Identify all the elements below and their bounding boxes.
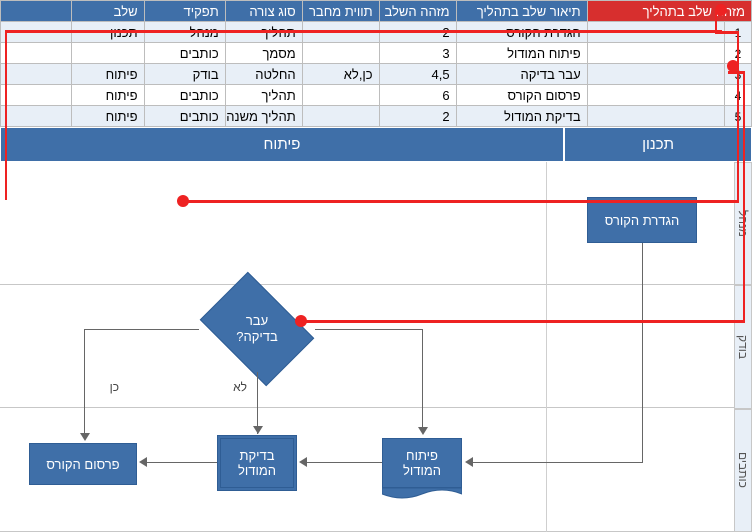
cell-conn: כן,לא <box>302 64 379 85</box>
cell-conn <box>302 85 379 106</box>
callout-line <box>737 31 740 201</box>
flow-connector <box>257 372 258 427</box>
cell-next: 4,5 <box>379 64 456 85</box>
flow-connector <box>84 329 85 434</box>
col-role: תפקיד <box>144 1 225 22</box>
table-row: 5 בדיקת המודול 2 תהליך משנה כותבים פיתוח <box>1 106 752 127</box>
cell-desc: פרסום הקורס <box>456 85 587 106</box>
cell-role: כותבים <box>144 85 225 106</box>
flow-connector <box>307 462 382 463</box>
cell-next: 2 <box>379 106 456 127</box>
cell-shape: מסמך <box>225 43 302 64</box>
callout-dot <box>715 4 727 16</box>
label-yes: כן <box>110 380 119 394</box>
cell-next: 3 <box>379 43 456 64</box>
label-no: לא <box>233 380 247 394</box>
flow-connector <box>147 462 217 463</box>
process-table: מזהה שלב בתהליך תיאור שלב בתהליך מזהה הש… <box>0 0 752 127</box>
flow-connector <box>473 462 643 463</box>
cell-phase <box>71 43 144 64</box>
node-define-course: הגדרת הקורס <box>587 197 697 243</box>
table-header-row: מזהה שלב בתהליך תיאור שלב בתהליך מזהה הש… <box>1 1 752 22</box>
arrowhead-icon <box>418 427 428 435</box>
lane-writers: כותבים <box>734 409 752 532</box>
callout-line <box>5 30 8 200</box>
cell-shape: החלטה <box>225 64 302 85</box>
node-decision: עבר בדיקה? <box>210 295 304 363</box>
callout-dot <box>727 60 739 72</box>
cell-phase: פיתוח <box>71 106 144 127</box>
phase-plan: תכנון <box>564 127 752 162</box>
col-phase: שלב <box>71 1 144 22</box>
callout-line <box>184 200 739 203</box>
phase-dev: פיתוח <box>0 127 564 162</box>
cell-role: בודק <box>144 64 225 85</box>
arrowhead-icon <box>299 457 307 467</box>
table-row: 4 פרסום הקורס 6 תהליך כותבים פיתוח <box>1 85 752 106</box>
col-shape: סוג צורה <box>225 1 302 22</box>
flow-connector <box>84 329 199 330</box>
node-publish-course: פרסום הקורס <box>29 443 137 485</box>
cell-shape: תהליך משנה <box>225 106 302 127</box>
arrowhead-icon <box>465 457 473 467</box>
flow-connector <box>422 329 423 428</box>
flow-connector <box>642 243 643 462</box>
cell-role: כותבים <box>144 106 225 127</box>
cell-shape: תהליך <box>225 85 302 106</box>
col-empty <box>1 1 72 22</box>
arrowhead-icon <box>80 433 90 441</box>
cell-desc: עבר בדיקה <box>456 64 587 85</box>
node-check-module: בדיקת המודול <box>217 435 297 491</box>
col-desc: תיאור שלב בתהליך <box>456 1 587 22</box>
cell-next: 6 <box>379 85 456 106</box>
flowchart: מנהל בודק כותבים הגדרת הקורס פיתוח המודו… <box>0 162 752 532</box>
callout-line <box>7 30 722 33</box>
document-shape-tail <box>382 488 462 500</box>
cell-phase: פיתוח <box>71 85 144 106</box>
arrowhead-icon <box>139 457 147 467</box>
table-row: 2 פיתוח המודול 3 מסמך כותבים <box>1 43 752 64</box>
cell-desc: פיתוח המודול <box>456 43 587 64</box>
callout-line <box>300 320 745 323</box>
phase-banner: תכנון פיתוח <box>0 127 752 162</box>
cell-phase: פיתוח <box>71 64 144 85</box>
node-develop-module: פיתוח המודול <box>382 438 462 488</box>
cell-desc: בדיקת המודול <box>456 106 587 127</box>
cell-role: כותבים <box>144 43 225 64</box>
table-row: 3 עבר בדיקה 4,5 כן,לא החלטה בודק פיתוח <box>1 64 752 85</box>
col-conn: תווית מחבר <box>302 1 379 22</box>
arrowhead-icon <box>253 426 263 434</box>
phase-divider <box>546 162 547 532</box>
callout-line <box>743 71 746 321</box>
callout-dot <box>177 195 189 207</box>
callout-dot <box>295 315 307 327</box>
col-next: מזהה השלב הבא <box>379 1 456 22</box>
flow-connector <box>315 329 423 330</box>
cell-conn <box>302 43 379 64</box>
cell-conn <box>302 106 379 127</box>
